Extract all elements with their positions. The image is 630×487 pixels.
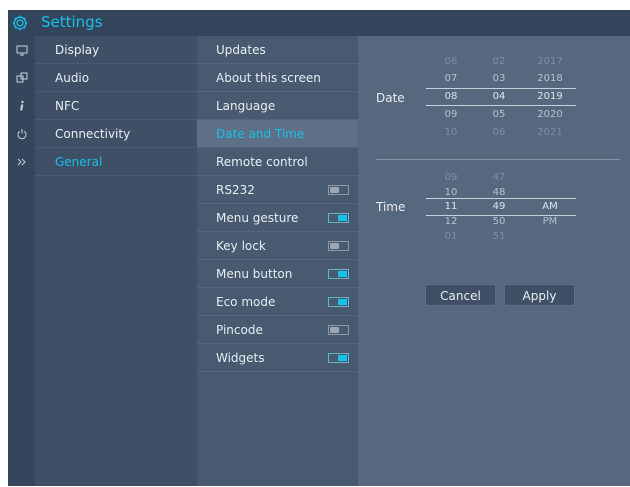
toggle-knob	[330, 327, 339, 333]
audio-icon[interactable]	[8, 64, 35, 92]
cancel-button[interactable]: Cancel	[425, 284, 496, 306]
item-label: Date and Time	[216, 127, 305, 141]
picker-value[interactable]: 2017	[535, 56, 565, 67]
item-menu-gesture[interactable]: Menu gesture	[197, 204, 358, 232]
gear-icon[interactable]	[10, 13, 30, 33]
menu-gesture-toggle[interactable]	[328, 213, 349, 223]
picker-value[interactable]: PM	[535, 216, 565, 227]
item-remote-control[interactable]: Remote control	[197, 148, 358, 176]
picker-value[interactable]: 2018	[535, 73, 565, 84]
page-title: Settings	[41, 13, 103, 31]
divider	[376, 159, 620, 160]
time-label: Time	[376, 200, 406, 214]
picker-value[interactable]: 06	[436, 56, 466, 67]
picker-value[interactable]: 09	[436, 172, 466, 183]
category-display[interactable]: Display	[35, 36, 197, 64]
picker-value[interactable]: 10	[436, 127, 466, 138]
title-bar: Settings	[8, 10, 630, 36]
date-label: Date	[376, 91, 405, 105]
widgets-toggle[interactable]	[328, 353, 349, 363]
picker-value[interactable]: 50	[484, 216, 514, 227]
picker-value[interactable]: 02	[484, 56, 514, 67]
toggle-knob	[338, 355, 347, 361]
category-general[interactable]: General	[35, 148, 197, 176]
item-language[interactable]: Language	[197, 92, 358, 120]
picker-value-selected[interactable]: 49	[484, 201, 514, 212]
date-selection-bottom-line	[426, 105, 576, 106]
toggle-knob	[330, 187, 339, 193]
item-updates[interactable]: Updates	[197, 36, 358, 64]
picker-value-selected[interactable]: 2019	[535, 91, 565, 102]
item-pincode[interactable]: Pincode	[197, 316, 358, 344]
item-label: Eco mode	[216, 295, 276, 309]
picker-value[interactable]: 47	[484, 172, 514, 183]
toggle-knob	[338, 215, 347, 221]
picker-value-selected[interactable]: 08	[436, 91, 466, 102]
icon-rail	[8, 36, 35, 486]
picker-value[interactable]: 12	[436, 216, 466, 227]
item-label: Pincode	[216, 323, 263, 337]
item-eco-mode[interactable]: Eco mode	[197, 288, 358, 316]
item-about-this-screen[interactable]: About this screen	[197, 64, 358, 92]
picker-value[interactable]: 2020	[535, 109, 565, 120]
picker-value-selected[interactable]: 04	[484, 91, 514, 102]
toggle-knob	[338, 271, 347, 277]
picker-value[interactable]: 07	[436, 73, 466, 84]
category-nfc[interactable]: NFC	[35, 92, 197, 120]
picker-value[interactable]: 10	[436, 187, 466, 198]
item-label: Menu button	[216, 267, 293, 281]
picker-value[interactable]: 51	[484, 231, 514, 242]
settings-window: Settings Display Audio NFC Connectivity …	[8, 10, 630, 486]
picker-value-selected[interactable]: 11	[436, 201, 466, 212]
picker-value[interactable]: 01	[436, 231, 466, 242]
picker-value[interactable]: 48	[484, 187, 514, 198]
item-label: About this screen	[216, 71, 321, 85]
item-widgets[interactable]: Widgets	[197, 344, 358, 372]
picker-value[interactable]: 05	[484, 109, 514, 120]
item-label: Key lock	[216, 239, 266, 253]
time-selection-top-line	[426, 198, 576, 199]
item-label: Menu gesture	[216, 211, 299, 225]
item-rs232[interactable]: RS232	[197, 176, 358, 204]
info-icon[interactable]	[8, 92, 35, 120]
item-label: Remote control	[216, 155, 308, 169]
item-menu-button[interactable]: Menu button	[197, 260, 358, 288]
item-label: RS232	[216, 183, 255, 197]
time-selection-bottom-line	[426, 215, 576, 216]
category-connectivity[interactable]: Connectivity	[35, 120, 197, 148]
item-date-and-time[interactable]: Date and Time	[197, 120, 358, 148]
key-lock-toggle[interactable]	[328, 241, 349, 251]
item-key-lock[interactable]: Key lock	[197, 232, 358, 260]
chevron-double-right-icon[interactable]	[8, 148, 35, 176]
rs232-toggle[interactable]	[328, 185, 349, 195]
item-label: Language	[216, 99, 276, 113]
category-audio[interactable]: Audio	[35, 64, 197, 92]
display-icon[interactable]	[8, 36, 35, 64]
pincode-toggle[interactable]	[328, 325, 349, 335]
menu-button-toggle[interactable]	[328, 269, 349, 279]
general-settings-list: Updates About this screen Language Date …	[197, 36, 358, 486]
picker-value-selected[interactable]: AM	[535, 201, 565, 212]
picker-value[interactable]: 06	[484, 127, 514, 138]
toggle-knob	[338, 299, 347, 305]
toggle-knob	[330, 243, 339, 249]
power-icon[interactable]	[8, 120, 35, 148]
picker-value[interactable]: 03	[484, 73, 514, 84]
item-label: Updates	[216, 43, 266, 57]
date-time-panel: Date 06 07 08 09 10 02 03 04 05 06 2017 …	[358, 36, 630, 486]
item-label: Widgets	[216, 351, 265, 365]
category-list: Display Audio NFC Connectivity General	[35, 36, 197, 486]
date-selection-top-line	[426, 88, 576, 89]
picker-value[interactable]: 2021	[535, 127, 565, 138]
eco-mode-toggle[interactable]	[328, 297, 349, 307]
picker-value[interactable]: 09	[436, 109, 466, 120]
apply-button[interactable]: Apply	[504, 284, 575, 306]
